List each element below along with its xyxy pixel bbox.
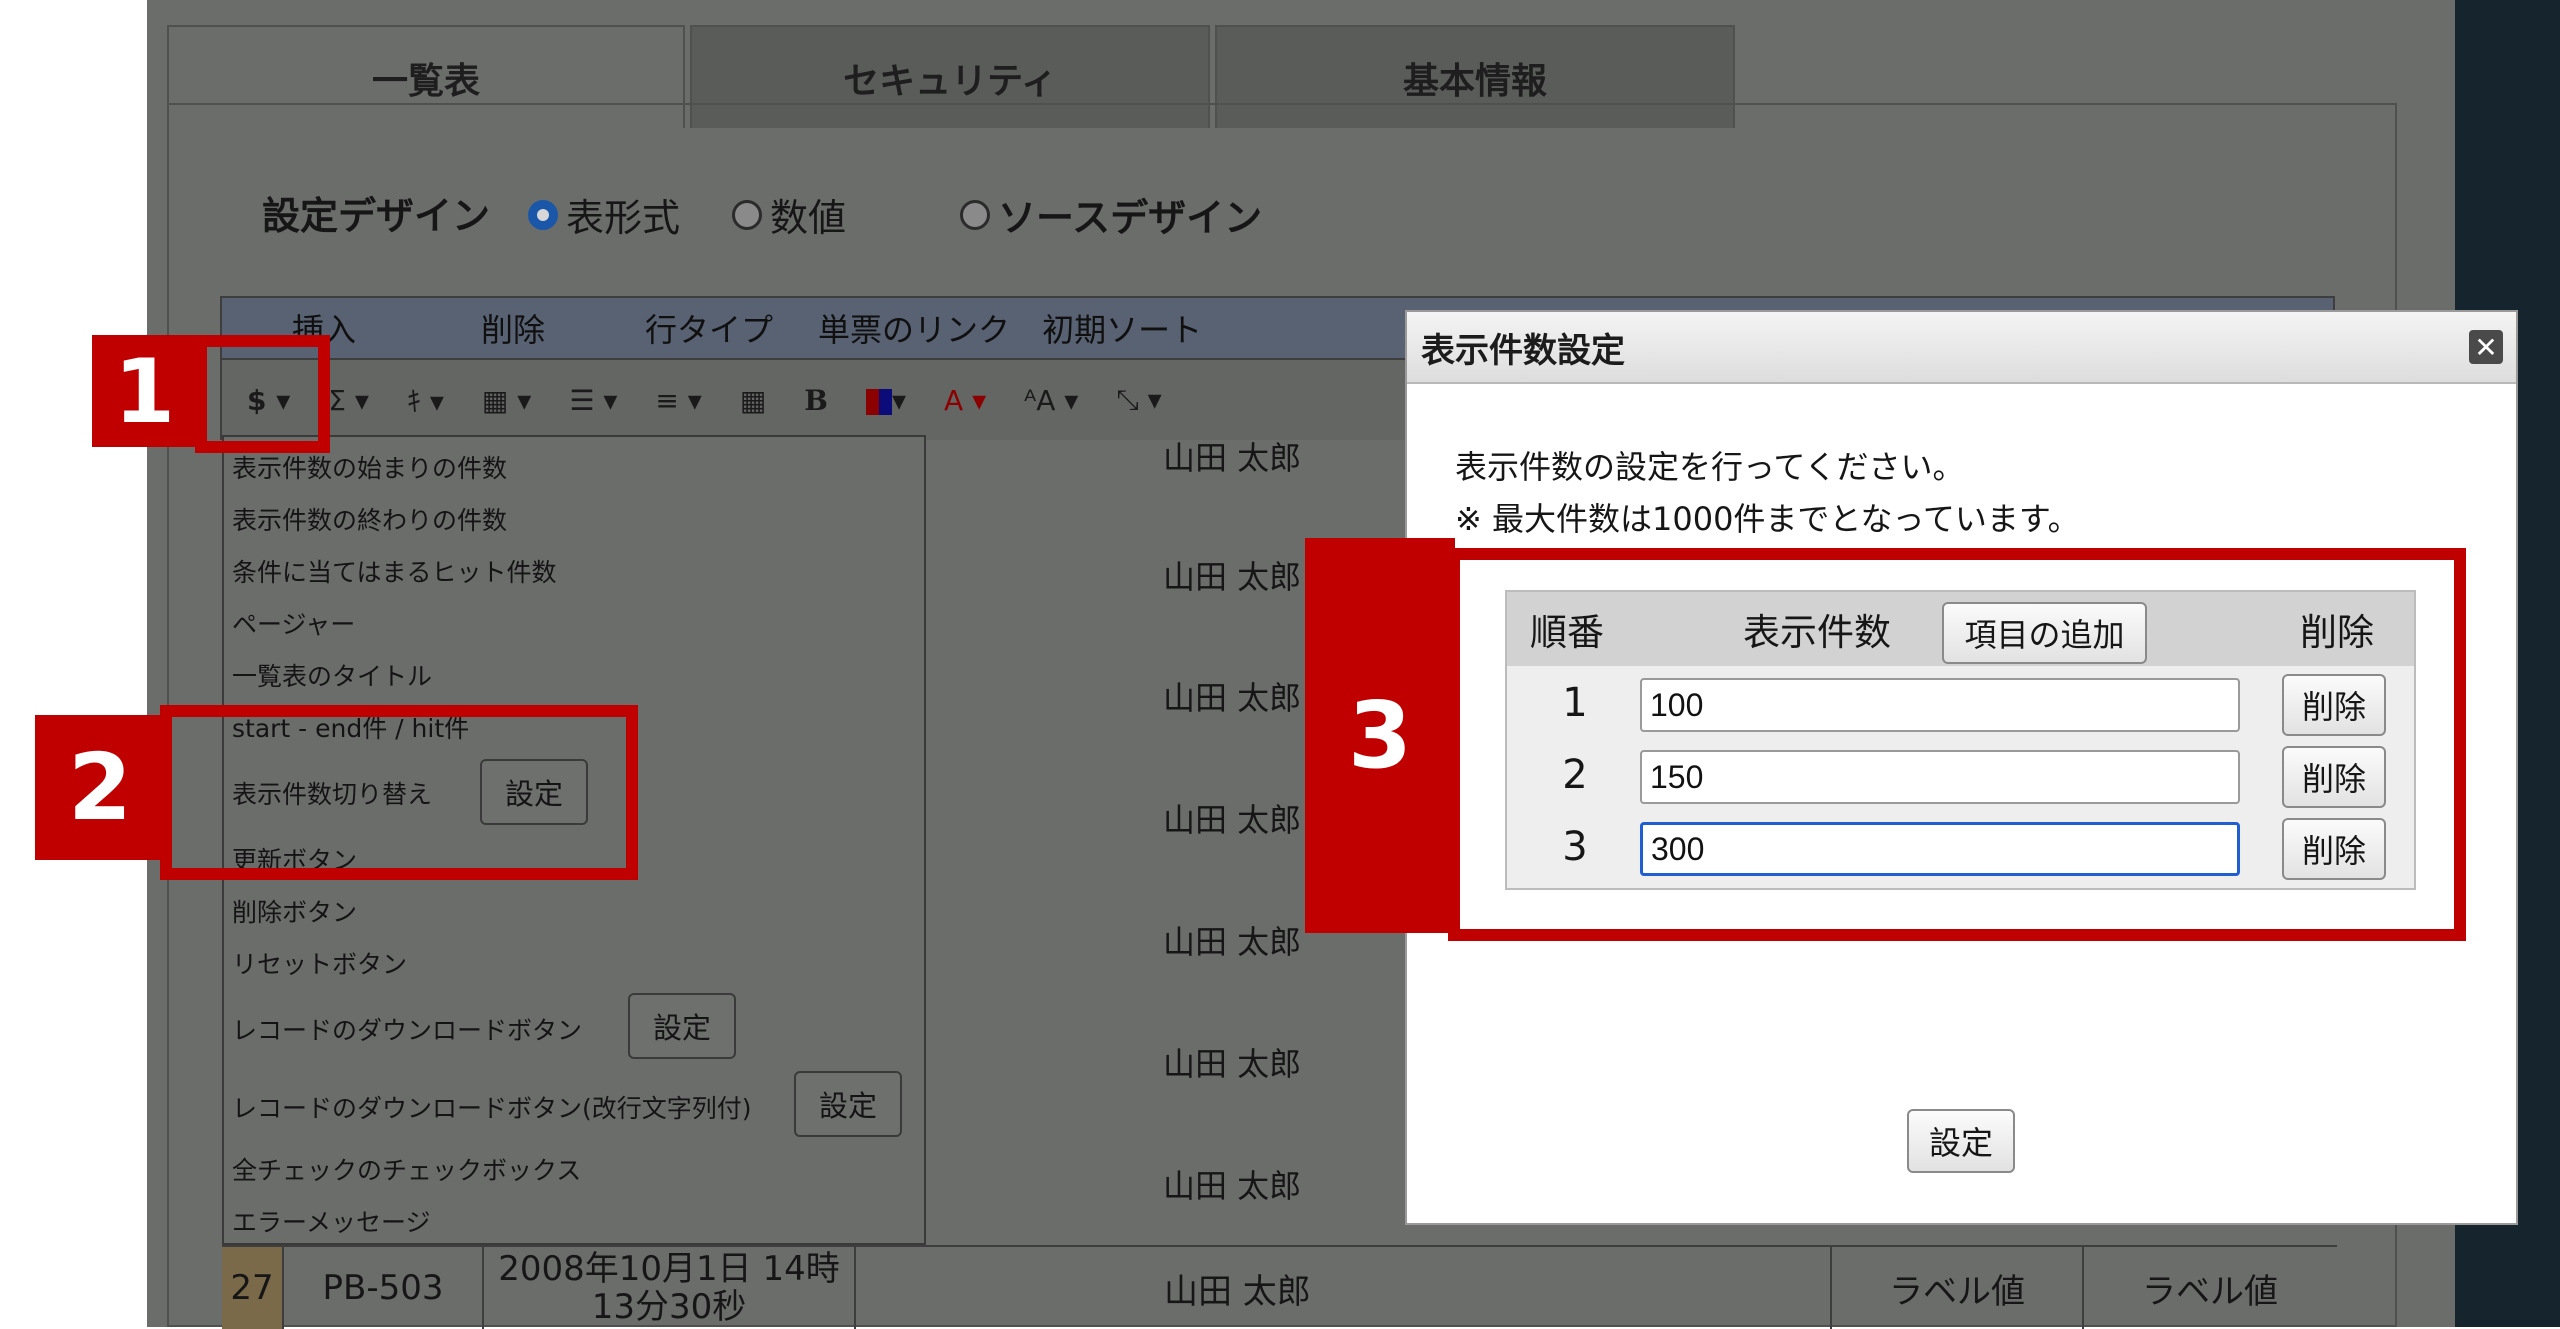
radio-numeric-label: 数値 — [770, 196, 847, 240]
left-margin — [0, 0, 147, 1327]
dropdown-item[interactable]: リセットボタン — [232, 945, 407, 981]
callout-3: 3 — [1305, 538, 1455, 933]
tab-basic-info-label: 基本情報 — [1402, 60, 1547, 102]
dropdown-item[interactable]: 表示件数の終わりの件数 — [232, 501, 507, 537]
add-item-button[interactable]: 項目の追加 — [1942, 602, 2147, 664]
dropdown-item[interactable]: エラーメッセージ — [232, 1203, 431, 1239]
sigma-icon[interactable]: Σ ▾ — [328, 384, 369, 417]
delete-row-button[interactable]: 削除 — [2282, 746, 2386, 808]
dialog-title-bar: 表示件数設定 — [1407, 312, 2516, 384]
callout-1-highlight — [195, 335, 330, 453]
menu-delete[interactable]: 削除 — [481, 305, 545, 351]
dropdown-item[interactable]: 削除ボタン — [232, 893, 357, 929]
dropdown-item[interactable]: 条件に当てはまるヒット件数 — [232, 553, 557, 589]
count-input[interactable]: 100 — [1640, 678, 2240, 732]
radio-numeric[interactable]: 数値 — [732, 187, 846, 242]
menu-single-link[interactable]: 単票のリンク — [818, 305, 1010, 351]
row-code: PB-503 — [284, 1247, 484, 1329]
row-date-line2: 13分30秒 — [591, 1287, 747, 1327]
dialog-title: 表示件数設定 — [1421, 330, 1625, 371]
download-set-button[interactable]: 設定 — [628, 993, 736, 1059]
color-dropdown-arrow: ▾ — [891, 383, 907, 417]
table-cell-name: 山田 太郎 — [1163, 679, 1302, 717]
radio-table-format[interactable]: 表形式 — [528, 187, 680, 242]
strike-icon[interactable]: ｷ ▾ — [407, 380, 444, 420]
dialog-note: ※ 最大件数は1000件までとなっています。 — [1455, 500, 2080, 538]
table-cell-name: 山田 太郎 — [1163, 1045, 1302, 1083]
delete-row-button[interactable]: 削除 — [2282, 818, 2386, 880]
callout-1: 1 — [92, 335, 197, 447]
row-order: 1 — [1562, 680, 1588, 726]
dropdown-item[interactable]: レコードのダウンロードボタン — [232, 1011, 582, 1047]
row-label-1: ラベル値 — [1832, 1247, 2084, 1329]
count-input-focused[interactable]: 300 — [1640, 822, 2240, 876]
valign-icon[interactable]: ☰ ▾ — [569, 384, 617, 417]
radio-unselected-icon — [732, 199, 762, 230]
row-order: 2 — [1562, 752, 1588, 798]
dropdown-item[interactable]: ページャー — [232, 605, 355, 641]
dropdown-item[interactable]: 全チェックのチェックボックス — [232, 1151, 581, 1187]
table-cell-name: 山田 太郎 — [1163, 558, 1302, 596]
dropdown-item[interactable]: 一覧表のタイトル — [232, 657, 432, 693]
table-cell-name: 山田 太郎 — [1163, 1167, 1302, 1205]
display-count-table: 順番 表示件数 項目の追加 削除 1 100 削除 2 150 削除 3 300… — [1505, 590, 2416, 890]
header-order: 順番 — [1530, 611, 1604, 654]
row-date: 2008年10月1日 14時 13分30秒 — [484, 1247, 856, 1329]
header-delete: 削除 — [2300, 611, 2374, 654]
dropdown-item[interactable]: レコードのダウンロードボタン(改行文字列付) — [232, 1089, 752, 1125]
table-icon[interactable]: ▦ — [740, 384, 766, 417]
radio-selected-icon — [528, 199, 558, 230]
close-icon[interactable]: ✕ — [2469, 330, 2503, 364]
color-palette-icon[interactable]: ▾ — [865, 383, 907, 417]
delete-row-button[interactable]: 削除 — [2282, 674, 2386, 736]
design-label: 設定デザイン — [262, 194, 491, 238]
callout-2: 2 — [35, 715, 165, 860]
row-label-2: ラベル値 — [2142, 1271, 2278, 1312]
font-color-icon[interactable]: A ▾ — [944, 384, 986, 417]
editor-toolbar: $ ▾ Σ ▾ ｷ ▾ ▦ ▾ ☰ ▾ ≡ ▾ ▦ B ▾ A ▾ ᴬA ▾ ⤡… — [220, 360, 1410, 440]
menu-row-type[interactable]: 行タイプ — [645, 305, 773, 351]
color-swatch-icon — [865, 388, 892, 415]
border-icon[interactable]: ▦ ▾ — [482, 384, 531, 417]
table-row: 27 PB-503 2008年10月1日 14時 13分30秒 山田 太郎 ラベ… — [222, 1245, 2337, 1329]
tab-security-label: セキュリティ — [843, 60, 1057, 102]
count-input[interactable]: 150 — [1640, 750, 2240, 804]
header-count: 表示件数 — [1743, 611, 1891, 654]
table-cell-name: 山田 太郎 — [1163, 923, 1302, 961]
row-name: 山田 太郎 — [856, 1247, 1832, 1329]
dropdown-item[interactable]: 表示件数の始まりの件数 — [232, 449, 507, 485]
table-cell-name: 山田 太郎 — [1163, 439, 1302, 477]
dialog-submit-button[interactable]: 設定 — [1907, 1109, 2015, 1173]
resize-icon[interactable]: ⤡ ▾ — [1116, 383, 1161, 417]
menu-initial-sort[interactable]: 初期ソート — [1042, 305, 1202, 351]
dialog-instruction: 表示件数の設定を行ってください。 — [1455, 448, 1965, 486]
bold-icon[interactable]: B — [804, 384, 828, 417]
radio-table-format-label: 表形式 — [566, 196, 681, 240]
row-order: 3 — [1562, 824, 1588, 870]
radio-source-design[interactable]: ソースデザイン — [960, 187, 1262, 242]
radio-unselected-icon — [960, 199, 990, 230]
tab-list-label: 一覧表 — [371, 60, 480, 102]
callout-2-highlight — [160, 705, 638, 880]
font-size-icon[interactable]: ᴬA ▾ — [1024, 384, 1078, 417]
radio-source-design-label: ソースデザイン — [998, 196, 1263, 240]
align-icon[interactable]: ≡ ▾ — [655, 384, 701, 417]
table-cell-name: 山田 太郎 — [1163, 801, 1302, 839]
download-newline-set-button[interactable]: 設定 — [794, 1071, 902, 1137]
row-number: 27 — [222, 1247, 284, 1329]
row-date-line1: 2008年10月1日 14時 — [498, 1249, 840, 1289]
